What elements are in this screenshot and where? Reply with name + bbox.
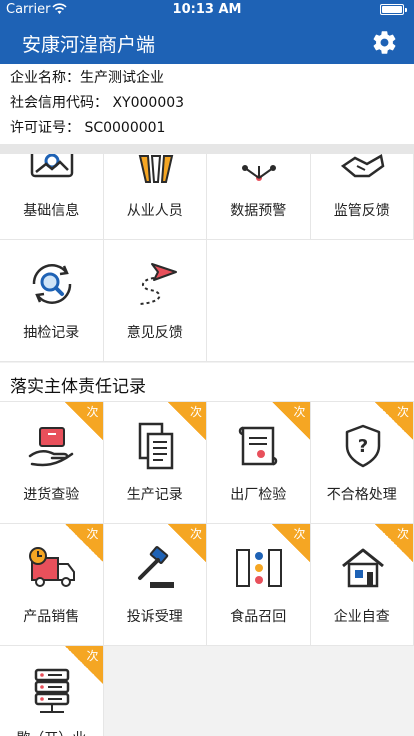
menu-item-food-recall[interactable]: 次 食品召回 — [207, 524, 311, 646]
top-menu-grid: 基础信息 从业人员 数据预警 监管反馈 抽检记录 意见反馈 — [0, 154, 414, 363]
page-title: 安康河湟商户端 — [22, 34, 156, 56]
factory-inspection-icon — [238, 426, 278, 466]
empty-cell — [207, 240, 414, 362]
menu-label: 从业人员 — [126, 203, 183, 219]
menu-item-staff[interactable]: 从业人员 — [103, 154, 207, 240]
company-name: 企业名称：生产测试企业 — [10, 70, 164, 86]
menu-item-regulation-feedback[interactable]: 监管反馈 — [310, 154, 414, 240]
menu-label: 生产记录 — [126, 487, 183, 503]
basic-info-icon — [30, 154, 74, 178]
nav-bar: 安康河湟商户端 — [0, 20, 414, 64]
menu-label: 企业自查 — [333, 609, 390, 625]
menu-item-opinion-feedback[interactable]: 意见反馈 — [103, 240, 207, 362]
product-sales-icon — [29, 547, 75, 587]
menu-item-factory-inspection[interactable]: 次 出厂检验 — [207, 402, 311, 524]
menu-label: 食品召回 — [230, 609, 287, 625]
menu-item-production-record[interactable]: 次 生产记录 — [103, 402, 207, 524]
menu-label: 不合格处理 — [326, 487, 397, 503]
menu-label: 抽检记录 — [23, 325, 80, 341]
opinion-feedback-icon — [139, 263, 177, 305]
menu-label: 监管反馈 — [333, 203, 390, 219]
nonconforming-icon: ? — [345, 424, 380, 468]
menu-label: 基础信息 — [23, 203, 80, 219]
staff-icon — [138, 155, 173, 183]
regulation-feedback-icon — [340, 154, 384, 178]
food-recall-icon — [236, 549, 282, 587]
empty-cell — [103, 646, 414, 736]
company-info: 企业名称：生产测试企业 社会信用代码： XY000003 许可证号： SC000… — [0, 64, 414, 144]
purchase-inspection-icon — [28, 427, 74, 467]
menu-item-business-suspension[interactable]: 次 歇（开）业 — [0, 646, 104, 736]
license-number: 许可证号： SC0000001 — [10, 120, 166, 136]
menu-item-product-sales[interactable]: 次 产品销售 — [0, 524, 104, 646]
clock: 10:13 AM — [172, 2, 242, 17]
menu-item-data-warning[interactable]: 数据预警 — [207, 154, 311, 240]
menu-label: 产品销售 — [23, 609, 80, 625]
menu-item-nonconforming[interactable]: 次 ? 不合格处理 — [310, 402, 414, 524]
section-title: 落实主体责任记录 — [0, 363, 414, 402]
sampling-record-icon — [32, 264, 72, 304]
menu-label: 出厂检验 — [230, 487, 287, 503]
menu-item-basic-info[interactable]: 基础信息 — [0, 154, 104, 240]
menu-item-purchase-inspection[interactable]: 次 进货查验 — [0, 402, 104, 524]
data-warning-icon — [242, 165, 276, 181]
battery-icon — [380, 4, 407, 15]
self-inspection-icon — [341, 548, 384, 588]
menu-item-self-inspection[interactable]: 次 企业自查 — [310, 524, 414, 646]
status-bar: Carrier 10:13 AM — [0, 0, 414, 20]
menu-item-sampling-record[interactable]: 抽检记录 — [0, 240, 104, 362]
menu-label: 意见反馈 — [126, 325, 183, 341]
divider — [0, 144, 414, 154]
svg-text:?: ? — [357, 436, 367, 457]
credit-code: 社会信用代码： XY000003 — [10, 95, 185, 111]
menu-item-complaint[interactable]: 次 投诉受理 — [103, 524, 207, 646]
menu-label: 投诉受理 — [126, 609, 183, 625]
gear-icon[interactable] — [371, 29, 398, 56]
menu-label: 数据预警 — [230, 203, 287, 219]
menu-label: 歇（开）业 — [0, 728, 103, 736]
menu-label: 进货查验 — [23, 487, 80, 503]
production-record-icon — [138, 422, 173, 470]
server-icon — [34, 668, 70, 713]
responsibility-grid: 次 进货查验 次 生产记录 次 出厂检验 次 ? 不合格处理 次 产品销售 次 … — [0, 402, 414, 736]
complaint-icon — [137, 546, 174, 588]
